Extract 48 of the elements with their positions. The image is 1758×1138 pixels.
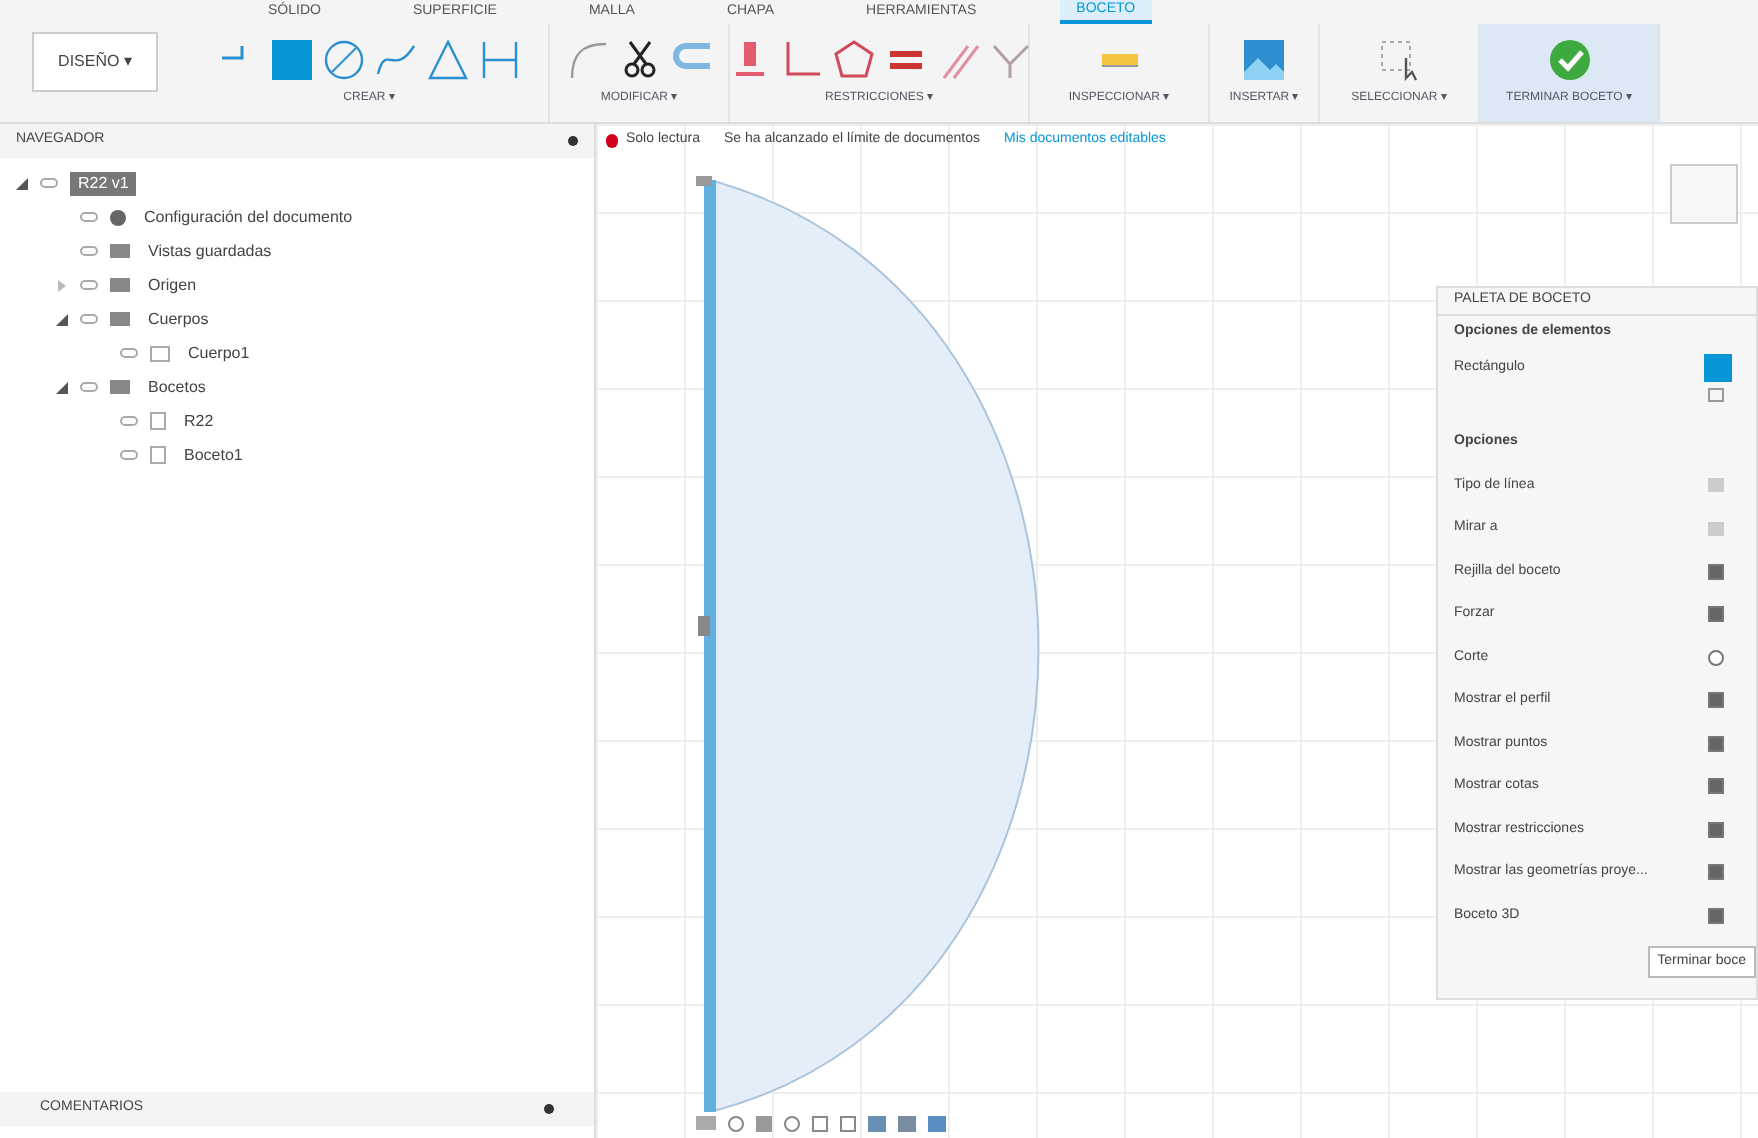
tree-item[interactable]: R22 (178, 407, 220, 435)
eye-icon[interactable] (40, 178, 58, 188)
eye-icon[interactable] (120, 450, 138, 460)
triangle-icon[interactable] (425, 38, 469, 82)
workspace-dropdown[interactable]: DISEÑO ▾ (32, 31, 158, 91)
checkbox[interactable] (1708, 606, 1724, 623)
point-marker[interactable] (696, 176, 712, 186)
eye-icon[interactable] (120, 348, 138, 358)
image-icon[interactable] (1242, 38, 1286, 82)
checkbox[interactable] (1708, 563, 1724, 580)
checkbox[interactable] (1708, 907, 1724, 924)
pin-icon[interactable] (544, 1104, 554, 1114)
expand-toggle[interactable] (56, 279, 68, 291)
tree-item[interactable]: Configuración del documento (138, 203, 359, 231)
pin-icon[interactable] (568, 136, 578, 146)
checkbox[interactable] (1708, 778, 1724, 795)
checkbox[interactable] (1708, 864, 1724, 881)
tree-item[interactable]: Bocetos (142, 373, 212, 401)
expand-toggle[interactable] (56, 381, 68, 393)
body-icon (150, 345, 170, 361)
tree-item[interactable]: R22 v1 (70, 171, 137, 195)
eye-icon[interactable] (80, 280, 98, 290)
expand-toggle[interactable] (16, 177, 28, 189)
tree-item[interactable]: Vistas guardadas (142, 237, 278, 265)
checkbox[interactable] (1708, 821, 1724, 838)
eye-icon[interactable] (120, 416, 138, 426)
circle-icon[interactable] (321, 38, 365, 82)
eye-icon[interactable] (80, 246, 98, 256)
polygon-icon[interactable] (831, 38, 875, 82)
expand-toggle[interactable] (56, 313, 68, 325)
tree-item[interactable]: Origen (142, 271, 203, 299)
checkbox[interactable] (1708, 692, 1724, 709)
checkbox[interactable] (1708, 649, 1724, 666)
tree-item[interactable]: Cuerpos (142, 305, 215, 333)
lock-icon (606, 134, 618, 148)
dimension-icon[interactable] (477, 38, 521, 82)
folder-icon (110, 380, 130, 394)
tree-item[interactable]: Cuerpo1 (182, 339, 256, 367)
rectangle-icon[interactable] (269, 38, 313, 82)
point-marker[interactable] (698, 616, 710, 636)
tree-item[interactable]: Boceto1 (178, 441, 249, 469)
select-icon[interactable] (1377, 38, 1421, 82)
eye-icon[interactable] (80, 314, 98, 324)
checkbox[interactable] (1708, 735, 1724, 752)
eye-icon[interactable] (80, 212, 98, 222)
eye-icon[interactable] (80, 382, 98, 392)
check-circle-icon[interactable] (1547, 38, 1591, 82)
rectangle-type-icon[interactable] (1708, 388, 1724, 402)
